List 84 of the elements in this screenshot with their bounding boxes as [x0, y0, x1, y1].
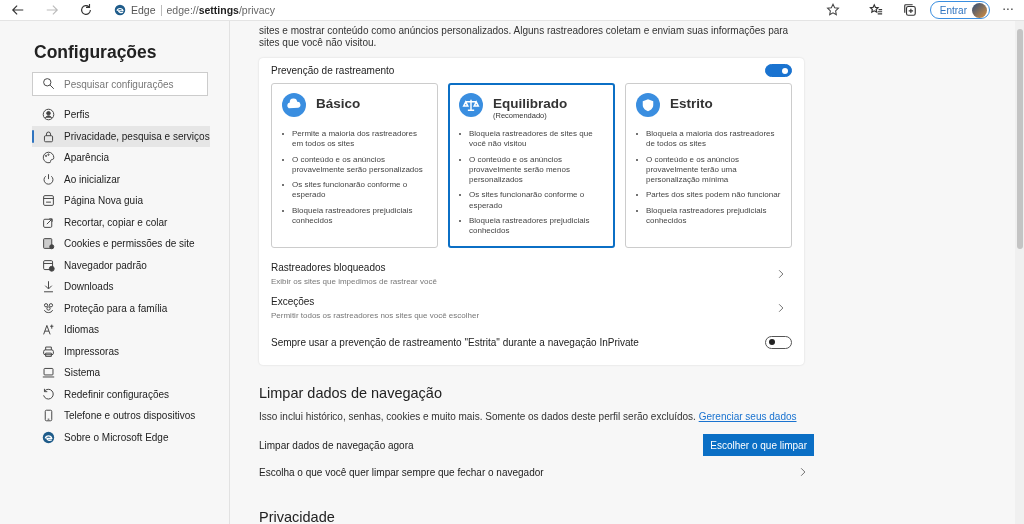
bullet-text: Os sites funcionarão conforme o esperado [292, 180, 409, 201]
phone-icon [42, 409, 55, 423]
setting-label: Sempre usar a prevenção de rastreamento "Estrita" durante a navegação InPrivate [271, 336, 639, 348]
bullet-text: O conteúdo e os anúncios provavelmente terão uma personalização mínima [646, 154, 740, 186]
sidebar-item[interactable]: Perfis [32, 104, 210, 126]
printer-icon [42, 344, 55, 358]
search-icon [42, 77, 55, 90]
reset-icon [42, 387, 55, 401]
bullet-text: Os sites funcionarão conforme o esperado [469, 190, 586, 212]
tracking-option[interactable] [448, 83, 615, 248]
sidebar-item[interactable]: Sobre o Microsoft Edge [32, 426, 210, 448]
bullet-text: O conteúdo e os anúncios provavelmente serão personalizados [292, 154, 424, 176]
url-text: edge://settings/privacy [166, 4, 276, 16]
bullet-text: Bloqueia rastreadores prejudiciais conhecidos [469, 216, 591, 237]
edge-logo-icon [42, 430, 55, 444]
sidebar-item[interactable]: Navegador padrão [32, 254, 210, 276]
manage-data-link[interactable]: Gerenciar seus dados [698, 411, 797, 422]
toggle-switch[interactable] [765, 335, 792, 349]
share-icon [42, 215, 55, 229]
option-title: Estrito [670, 96, 713, 111]
sidebar-title: Configurações [34, 42, 158, 63]
bullet-text: Permite a maioria dos rastreadores em todos os sites [292, 129, 418, 150]
sidebar-item[interactable]: Página Nova guia [32, 190, 210, 212]
power-icon [42, 172, 55, 186]
family-icon [42, 301, 55, 315]
sidebar-item[interactable]: Recortar, copiar e colar [32, 211, 210, 233]
download-icon [42, 280, 55, 294]
sidebar-item[interactable]: Redefinir configurações [32, 383, 210, 405]
bullet-text: Bloqueia rastreadores de sites que você não visitou [469, 129, 594, 150]
chevron-right-icon [776, 269, 786, 279]
sidebar-item[interactable]: Sistema [32, 362, 210, 384]
sidebar-item[interactable]: Ao inicializar [32, 168, 210, 190]
option-title: Básico [316, 96, 361, 111]
section-label: Prevenção de rastreamento [271, 65, 395, 76]
settings-row[interactable]: Exceções Permitir todos os rastreadores nos sites que você escolher [271, 291, 792, 325]
refresh-icon[interactable] [79, 3, 93, 17]
edge-logo-icon [114, 4, 126, 16]
back-arrow-icon[interactable] [11, 3, 25, 17]
settings-row[interactable]: Escolha o que você quer limpar sempre que fechar o navegador [259, 461, 814, 483]
sidebar-item[interactable]: Telefone e outros dispositivos [32, 405, 210, 427]
sidebar-item[interactable]: Downloads [32, 276, 210, 298]
page-icon [42, 194, 55, 208]
choose-button[interactable]: Escolher o que limpar [703, 434, 814, 456]
sidebar-item[interactable]: Cookies e permissões de site [32, 233, 210, 255]
cloud-icon [282, 93, 306, 117]
address-bar[interactable]: Edge edge://settings/privacy [106, 1, 848, 19]
sidebar-item[interactable]: Idiomas [32, 319, 210, 341]
lock-icon [42, 129, 55, 143]
search-field[interactable]: Pesquisar configurações [32, 72, 208, 96]
chevron-right-icon [776, 303, 786, 313]
scrollbar[interactable] [1015, 21, 1024, 524]
settings-row[interactable]: Rastreadores bloqueados Exibir os sites que impedimos de rastrear você [271, 257, 792, 291]
bullet-text: O conteúdo e os anúncios provavelmente serão menos personalizados [469, 154, 571, 186]
toggle-switch[interactable] [765, 64, 792, 77]
cookie-icon [42, 237, 55, 251]
sidebar-item[interactable]: Impressoras [32, 340, 210, 362]
collections-icon[interactable] [902, 3, 917, 17]
site-label: Edge [131, 4, 156, 16]
section-heading: Privacidade [259, 509, 336, 524]
description-text: sites e mostrar conteúdo como anúncios personalizados. Alguns rastreadores coletam e enviam suas informações para sites que você não visitou. [259, 25, 790, 49]
palette-icon [42, 151, 55, 165]
sidebar-item[interactable]: Privacidade, pesquisa e serviços [32, 125, 210, 147]
shield-icon [636, 93, 660, 117]
avatar-icon [972, 2, 987, 18]
setting-label: Limpar dados de navegação agora [259, 439, 414, 451]
section-heading: Limpar dados de navegação [259, 385, 443, 401]
profile-icon [42, 108, 55, 122]
option-title: Equilibrado [493, 96, 568, 111]
description-text: Isso inclui histórico, senhas, cookies e muito mais. Somente os dados deste perfil serão excluídos. Gerenciar seus dados [259, 411, 798, 422]
sidebar-item[interactable]: Proteção para a família [32, 297, 210, 319]
favorite-star-icon [825, 3, 840, 17]
bullet-text: Partes dos sites podem não funcionar [646, 190, 781, 201]
more-button[interactable]: ··· [996, 0, 1020, 20]
sign-in-button[interactable]: Entrar [929, 1, 990, 19]
favorites-list-icon[interactable] [868, 3, 883, 17]
language-icon [42, 323, 55, 337]
scale-icon [459, 93, 483, 117]
chevron-right-icon [798, 467, 808, 477]
bullet-text: Bloqueia a maioria dos rastreadores de todos os sites [646, 129, 776, 150]
browser-icon [42, 258, 55, 272]
bullet-text: Bloqueia rastreadores prejudiciais conhecidos [646, 205, 768, 227]
bullet-text: Bloqueia rastreadores prejudiciais conhecidos [292, 205, 414, 227]
sidebar-item[interactable]: Aparência [32, 147, 210, 169]
laptop-icon [42, 366, 55, 380]
